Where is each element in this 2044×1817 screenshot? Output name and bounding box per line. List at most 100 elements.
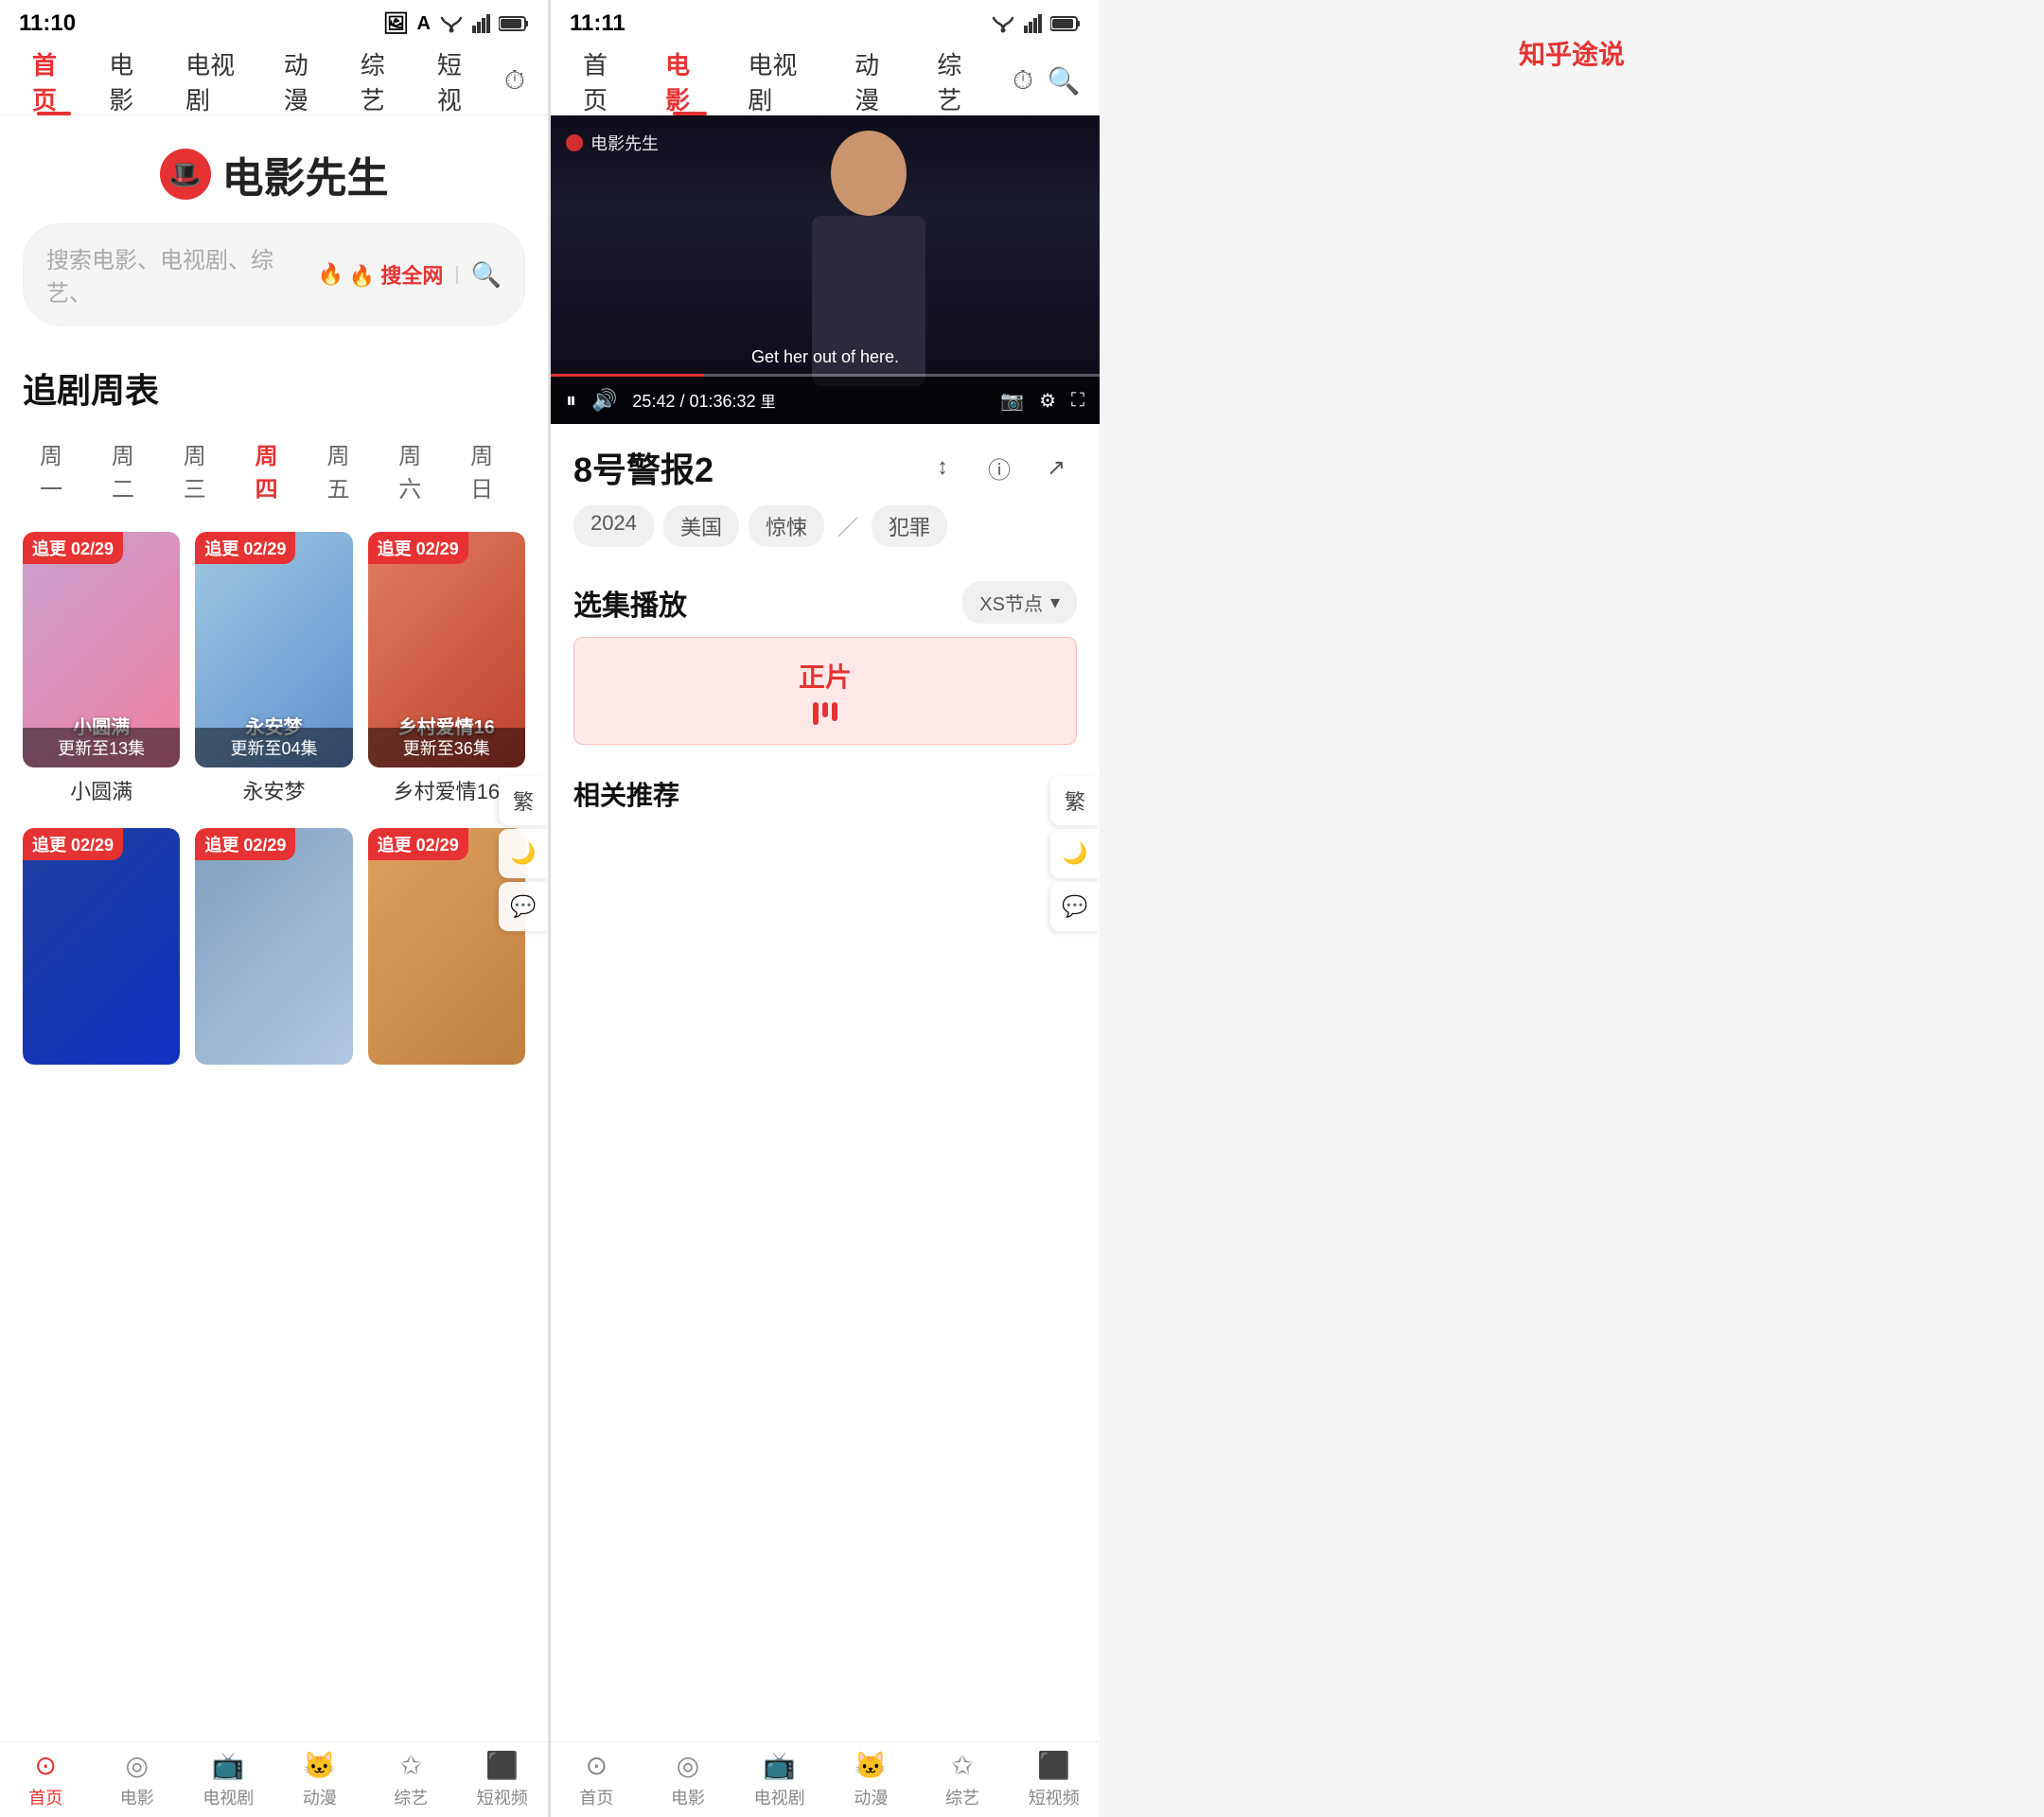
episode-active-label: 正片: [612, 657, 1038, 695]
right-status-bar: 11:11: [551, 0, 1100, 47]
show-card-3[interactable]: 追更 02/29 乡村爱情16 更新至36集 乡村爱情16: [368, 532, 525, 813]
fullscreen-btn[interactable]: ⛶: [1071, 390, 1084, 412]
history-icon[interactable]: ⏱: [497, 61, 533, 102]
float-traditional-btn[interactable]: 繁: [499, 776, 548, 825]
right-status-icons: [990, 14, 1081, 33]
tab-saturday[interactable]: 周六: [381, 428, 453, 513]
bnav-movie[interactable]: ◎ 电影: [92, 1742, 184, 1817]
bnav-movie-icon: ◎: [126, 1750, 149, 1781]
bnav-anime[interactable]: 🐱 动漫: [274, 1742, 366, 1817]
tab-wednesday[interactable]: 周三: [167, 428, 238, 513]
movie-title: 8号警报2: [573, 443, 907, 492]
rfloat-night-btn[interactable]: 🌙: [1050, 829, 1100, 878]
chevron-down-icon: ▾: [1050, 591, 1060, 614]
video-watermark: 电影先生: [566, 131, 659, 155]
search-submit-icon[interactable]: 🔍: [471, 260, 502, 290]
show-card-1[interactable]: 追更 02/29 小圆满 更新至13集 小圆满: [23, 532, 180, 813]
movie-year[interactable]: 2024: [573, 505, 654, 547]
logo-hat-icon: 🎩: [160, 149, 211, 200]
volume-btn[interactable]: 🔊: [591, 388, 617, 413]
rbnav-movie[interactable]: ◎ 电影: [643, 1742, 734, 1817]
rnav-home[interactable]: 首页: [566, 47, 648, 115]
play-pause-btn[interactable]: ⏸: [566, 388, 576, 413]
battery-icon-r: [1050, 15, 1081, 32]
rnav-tv[interactable]: 电视剧: [731, 47, 837, 115]
nav-movie[interactable]: 电影: [92, 47, 168, 115]
bnav-home[interactable]: ⊙ 首页: [0, 1742, 92, 1817]
brand-text: 知乎途说: [1504, 19, 1640, 87]
rnav-variety[interactable]: 综艺: [920, 47, 1002, 115]
settings-btn[interactable]: ⚙: [1039, 389, 1056, 413]
search-divider: |: [454, 264, 459, 286]
rbnav-home[interactable]: ⊙ 首页: [551, 1742, 643, 1817]
logo-area: 🎩 电影先生: [0, 115, 548, 223]
nav-home[interactable]: 首页: [15, 47, 92, 115]
show-badge-4: 追更 02/29: [23, 828, 123, 860]
float-night-btn[interactable]: 🌙: [499, 829, 548, 878]
show-badge-2: 追更 02/29: [195, 532, 295, 564]
rbnav-anime[interactable]: 🐱 动漫: [825, 1742, 917, 1817]
nav-short[interactable]: 短视: [420, 47, 497, 115]
show-title-2: 永安梦: [195, 767, 352, 813]
show-poster-5: 追更 02/29: [195, 828, 352, 1064]
right-float-buttons: 繁 🌙 💬: [1050, 776, 1100, 931]
video-controls: ⏸ 🔊 25:42 / 01:36:32 里 📷 ⚙ ⛶: [551, 377, 1100, 424]
rbnav-tv[interactable]: 📺 电视剧: [733, 1742, 825, 1817]
signal-icon: [472, 14, 491, 33]
nav-tv[interactable]: 电视剧: [168, 47, 267, 115]
nav-variety[interactable]: 综艺: [344, 47, 420, 115]
movie-tags: 2024 美国 惊悚 ／ 犯罪: [573, 505, 1077, 547]
rbnav-shortvid-icon: ⬛: [1037, 1750, 1070, 1781]
float-comment-btn[interactable]: 💬: [499, 882, 548, 931]
search-icon-r[interactable]: 🔍: [1044, 61, 1084, 102]
show-card-2[interactable]: 追更 02/29 永安梦 更新至04集 永安梦: [195, 532, 352, 813]
show-card-5[interactable]: 追更 02/29: [195, 828, 352, 1064]
tab-sunday[interactable]: 周日: [453, 428, 525, 513]
episode-filter-btn[interactable]: XS节点 ▾: [962, 581, 1077, 624]
left-status-bar: 11:10 🖼 A: [0, 0, 548, 47]
tab-thursday[interactable]: 周四: [238, 428, 310, 513]
bnav-home-label: 首页: [28, 1785, 62, 1809]
left-float-buttons: 繁 🌙 💬: [499, 776, 548, 931]
rnav-movie[interactable]: 电影: [648, 47, 731, 115]
rbnav-variety-icon: ✩: [951, 1750, 973, 1781]
search-box[interactable]: 搜索电影、电视剧、综艺、 🔥 🔥 搜全网 | 🔍: [23, 223, 525, 326]
screenshot-btn[interactable]: 📷: [1000, 389, 1024, 413]
movie-genre1[interactable]: 惊悚: [749, 505, 824, 547]
rbnav-shortvid[interactable]: ⬛ 短视频: [1008, 1742, 1100, 1817]
movie-genre2[interactable]: 犯罪: [872, 505, 947, 547]
rnav-anime[interactable]: 动漫: [837, 47, 920, 115]
logo-text: 电影先生: [222, 144, 389, 204]
tab-tuesday[interactable]: 周二: [95, 428, 167, 513]
tab-monday[interactable]: 周一: [23, 428, 95, 513]
rfloat-comment-btn[interactable]: 💬: [1050, 882, 1100, 931]
movie-info: 8号警报2 ↕ ⓘ ↗ 2024 美国 惊悚 ／ 犯罪: [551, 424, 1100, 566]
a-status-icon: A: [417, 13, 431, 35]
nav-anime[interactable]: 动漫: [267, 47, 344, 115]
right-time: 11:11: [570, 10, 626, 37]
episode-active-btn[interactable]: 正片: [573, 637, 1077, 745]
left-nav: 首页 电影 电视剧 动漫 综艺 短视 ⏱: [0, 47, 548, 115]
left-bottom-nav: ⊙ 首页 ◎ 电影 📺 电视剧 🐱 动漫 ✩ 综艺 ⬛ 短视频: [0, 1741, 548, 1817]
video-player[interactable]: 电影先生 Get her out of here. ⏸ 🔊 25:42 / 01…: [551, 115, 1100, 424]
left-screen: 11:10 🖼 A 首页 电影 电视剧 动漫 综艺 短视 ⏱ 🎩: [0, 0, 549, 1817]
history-icon-r[interactable]: ⏱: [1002, 61, 1043, 102]
search-hot-label[interactable]: 🔥 🔥 搜全网: [318, 259, 444, 290]
show-card-4[interactable]: 追更 02/29: [23, 828, 180, 1064]
share-btn[interactable]: ↗: [1035, 447, 1077, 488]
rfloat-traditional-btn[interactable]: 繁: [1050, 776, 1100, 825]
movie-country[interactable]: 美国: [663, 505, 739, 547]
search-placeholder: 搜索电影、电视剧、综艺、: [46, 241, 307, 308]
bnav-shortvid[interactable]: ⬛ 短视频: [457, 1742, 549, 1817]
left-content: 🎩 电影先生 搜索电影、电视剧、综艺、 🔥 🔥 搜全网 | 🔍 追剧周表 周一 …: [0, 115, 548, 1817]
show-progress-1: 更新至13集: [23, 728, 180, 767]
sort-btn[interactable]: ↕: [922, 447, 963, 488]
bnav-variety-label: 综艺: [394, 1785, 428, 1809]
info-btn[interactable]: ⓘ: [978, 447, 1020, 488]
left-time: 11:10: [19, 10, 76, 37]
tab-friday[interactable]: 周五: [309, 428, 381, 513]
rbnav-variety[interactable]: ✩ 综艺: [917, 1742, 1009, 1817]
show-progress-3: 更新至36集: [368, 728, 525, 767]
bnav-tv[interactable]: 📺 电视剧: [183, 1742, 274, 1817]
bnav-variety[interactable]: ✩ 综艺: [365, 1742, 457, 1817]
